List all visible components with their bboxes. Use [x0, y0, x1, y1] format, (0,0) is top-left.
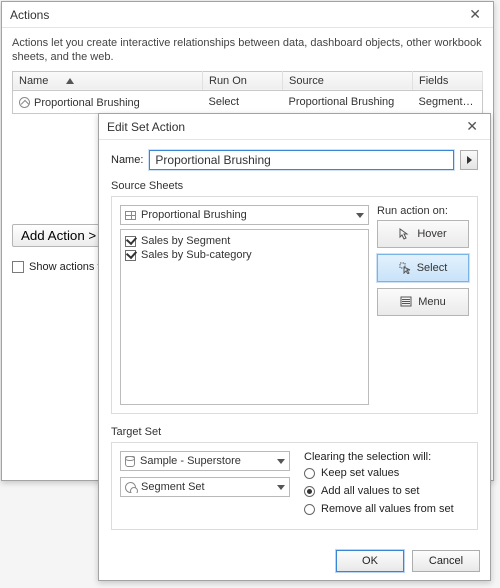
- name-label: Name:: [111, 154, 143, 166]
- add-action-button[interactable]: Add Action >: [12, 224, 105, 247]
- run-on-label: Run action on:: [377, 205, 469, 217]
- edit-titlebar: Edit Set Action ✕: [99, 114, 490, 140]
- run-select-button[interactable]: Select: [377, 254, 469, 282]
- list-item[interactable]: Sales by Sub-category: [125, 248, 364, 262]
- clear-remove-radio[interactable]: Remove all values from set: [304, 503, 469, 515]
- sort-asc-icon: [66, 78, 74, 84]
- clear-add-radio[interactable]: Add all values to set: [304, 485, 469, 497]
- edit-title: Edit Set Action: [107, 120, 185, 134]
- actions-titlebar: Actions ✕: [2, 2, 493, 28]
- actions-intro: Actions let you create interactive relat…: [12, 36, 483, 65]
- col-source[interactable]: Source: [283, 71, 413, 90]
- actions-title: Actions: [10, 8, 49, 22]
- clear-selection-label: Clearing the selection will:: [304, 451, 469, 463]
- set-action-icon: [19, 97, 30, 108]
- radio-icon: [304, 504, 315, 515]
- checkbox-icon: [125, 236, 136, 247]
- actions-table: Name Run On Source Fields Proportional B…: [12, 71, 483, 114]
- set-icon: [125, 482, 136, 493]
- target-set-select[interactable]: Segment Set: [120, 477, 290, 497]
- col-name[interactable]: Name: [13, 71, 203, 90]
- source-sheets-list: Sales by Segment Sales by Sub-category: [120, 229, 369, 405]
- checkbox-icon: [12, 261, 24, 273]
- edit-set-action-dialog: Edit Set Action ✕ Name: Source Sheets Pr…: [98, 113, 491, 581]
- run-hover-button[interactable]: Hover: [377, 220, 469, 248]
- dashboard-icon: [125, 211, 136, 220]
- name-dropdown-button[interactable]: [460, 150, 478, 170]
- chevron-down-icon: [277, 485, 285, 490]
- target-set-label: Target Set: [111, 426, 478, 438]
- chevron-down-icon: [356, 213, 364, 218]
- checkbox-icon: [125, 250, 136, 261]
- cell-runon: Select: [203, 90, 283, 113]
- list-item[interactable]: Sales by Segment: [125, 234, 364, 248]
- radio-icon: [304, 468, 315, 479]
- menu-icon: [400, 296, 412, 308]
- cancel-button[interactable]: Cancel: [412, 550, 480, 572]
- radio-icon: [304, 486, 315, 497]
- col-runon[interactable]: Run On: [203, 71, 283, 90]
- col-fields[interactable]: Fields: [413, 71, 483, 90]
- action-name-input[interactable]: [149, 150, 454, 170]
- table-row[interactable]: Proportional Brushing Select Proportiona…: [13, 90, 483, 113]
- sheet-label: Sales by Segment: [141, 235, 230, 247]
- database-icon: [125, 456, 135, 467]
- chevron-down-icon: [277, 459, 285, 464]
- close-icon[interactable]: ✕: [462, 118, 482, 135]
- target-database-select[interactable]: Sample - Superstore: [120, 451, 290, 471]
- ok-button[interactable]: OK: [336, 550, 404, 572]
- source-sheets-label: Source Sheets: [111, 180, 478, 192]
- cell-fields: Segment Set: [413, 90, 483, 113]
- table-header: Name Run On Source Fields: [13, 71, 483, 90]
- run-menu-button[interactable]: Menu: [377, 288, 469, 316]
- select-icon: [399, 262, 411, 274]
- close-icon[interactable]: ✕: [465, 6, 485, 23]
- clear-keep-radio[interactable]: Keep set values: [304, 467, 469, 479]
- cell-name: Proportional Brushing: [34, 97, 140, 109]
- hover-icon: [399, 228, 411, 240]
- source-sheet-select[interactable]: Proportional Brushing: [120, 205, 369, 225]
- chevron-right-icon: [467, 156, 472, 164]
- sheet-label: Sales by Sub-category: [141, 249, 252, 261]
- cell-source: Proportional Brushing: [283, 90, 413, 113]
